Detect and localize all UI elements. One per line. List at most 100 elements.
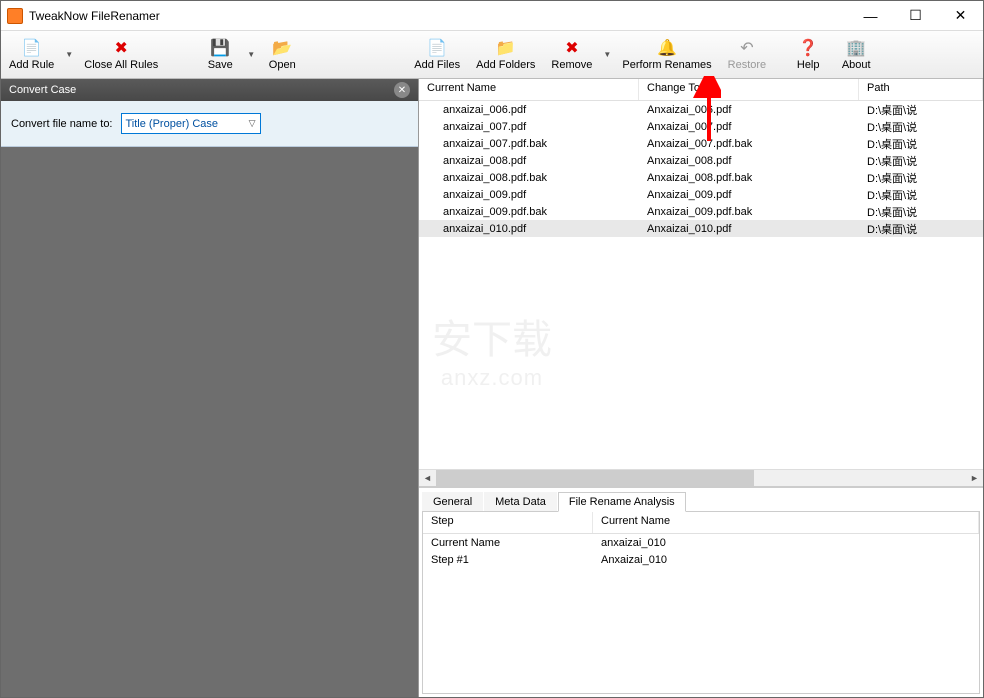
details-tabs: General Meta Data File Rename Analysis <box>419 488 983 511</box>
close-button[interactable]: ✕ <box>938 1 983 30</box>
table-row[interactable]: anxaizai_007.pdfAnxaizai_007.pdfD:\桌面\说 <box>419 118 983 135</box>
open-button[interactable]: 📂 Open <box>258 31 306 78</box>
help-icon: ❓ <box>798 38 818 58</box>
cell-path: D:\桌面\说 <box>859 186 983 204</box>
cell-path: D:\桌面\说 <box>859 220 983 238</box>
window-controls: — ☐ ✕ <box>848 1 983 30</box>
col-change-to[interactable]: Change To <box>639 79 859 100</box>
analysis-col-step[interactable]: Step <box>423 512 593 533</box>
close-all-rules-icon: ✖ <box>111 38 131 58</box>
help-button[interactable]: ❓ Help <box>784 31 832 78</box>
cell-change-to: Anxaizai_008.pdf <box>639 154 859 168</box>
close-all-rules-button[interactable]: ✖ Close All Rules <box>76 31 166 78</box>
cell-path: D:\桌面\说 <box>859 203 983 221</box>
scroll-right-icon[interactable]: ► <box>966 470 983 487</box>
scroll-thumb[interactable] <box>436 470 754 487</box>
scroll-track[interactable] <box>436 470 966 487</box>
tab-file-rename-analysis[interactable]: File Rename Analysis <box>558 492 686 512</box>
col-path[interactable]: Path <box>859 79 983 100</box>
rule-panel-close-icon[interactable]: ✕ <box>394 82 410 98</box>
cell-current-name: anxaizai_006.pdf <box>419 103 639 117</box>
titlebar: TweakNow FileRenamer — ☐ ✕ <box>1 1 983 31</box>
cell-path: D:\桌面\说 <box>859 118 983 136</box>
cell-path: D:\桌面\说 <box>859 101 983 119</box>
about-icon: 🏢 <box>846 38 866 58</box>
restore-button[interactable]: ↶ Restore <box>720 31 775 78</box>
add-files-button[interactable]: 📄 Add Files <box>406 31 468 78</box>
add-rule-button[interactable]: 📄 Add Rule <box>1 31 62 78</box>
table-row[interactable]: anxaizai_009.pdfAnxaizai_009.pdfD:\桌面\说 <box>419 186 983 203</box>
cell-path: D:\桌面\说 <box>859 135 983 153</box>
app-icon <box>7 8 23 24</box>
cell-step: Current Name <box>423 536 593 550</box>
case-type-value: Title (Proper) Case <box>126 118 219 130</box>
minimize-button[interactable]: — <box>848 1 893 30</box>
cell-current-name: anxaizai_007.pdf.bak <box>419 137 639 151</box>
tab-meta-data[interactable]: Meta Data <box>484 492 557 511</box>
open-icon: 📂 <box>272 38 292 58</box>
about-button[interactable]: 🏢 About <box>832 31 880 78</box>
cell-current-name: anxaizai_008.pdf <box>419 154 639 168</box>
chevron-down-icon: ▽ <box>249 118 256 129</box>
remove-button[interactable]: ✖ Remove <box>543 31 600 78</box>
analysis-rows: Current Nameanxaizai_010Step #1Anxaizai_… <box>423 534 979 568</box>
cell-change-to: Anxaizai_009.pdf.bak <box>639 205 859 219</box>
analysis-content: Step Current Name Current Nameanxaizai_0… <box>422 511 980 694</box>
add-rule-dropdown[interactable]: ▼ <box>62 31 76 78</box>
details-panel: General Meta Data File Rename Analysis S… <box>419 487 983 697</box>
table-row[interactable]: anxaizai_009.pdf.bakAnxaizai_009.pdf.bak… <box>419 203 983 220</box>
app-window: TweakNow FileRenamer — ☐ ✕ 📄 Add Rule ▼ … <box>0 0 984 698</box>
file-rows: anxaizai_006.pdfAnxaizai_006.pdfD:\桌面\说a… <box>419 101 983 469</box>
case-type-select[interactable]: Title (Proper) Case ▽ <box>121 113 261 134</box>
window-title: TweakNow FileRenamer <box>29 9 848 23</box>
rule-panel-header: Convert Case ✕ <box>1 79 418 101</box>
cell-change-to: Anxaizai_008.pdf.bak <box>639 171 859 185</box>
cell-current-name: anxaizai_008.pdf.bak <box>419 171 639 185</box>
cell-path: D:\桌面\说 <box>859 152 983 170</box>
scroll-left-icon[interactable]: ◄ <box>419 470 436 487</box>
save-button[interactable]: 💾 Save <box>196 31 244 78</box>
table-row[interactable]: anxaizai_008.pdf.bakAnxaizai_008.pdf.bak… <box>419 169 983 186</box>
cell-change-to: Anxaizai_006.pdf <box>639 103 859 117</box>
analysis-headers: Step Current Name <box>423 512 979 534</box>
table-row[interactable]: anxaizai_010.pdfAnxaizai_010.pdfD:\桌面\说 <box>419 220 983 237</box>
rule-panel-title: Convert Case <box>9 84 394 96</box>
tab-general[interactable]: General <box>422 492 483 511</box>
save-dropdown[interactable]: ▼ <box>244 31 258 78</box>
file-list-panel: Current Name Change To Path anxaizai_006… <box>419 79 983 697</box>
toolbar: 📄 Add Rule ▼ ✖ Close All Rules 💾 Save ▼ … <box>1 31 983 79</box>
horizontal-scrollbar[interactable]: ◄ ► <box>419 469 983 486</box>
cell-change-to: Anxaizai_009.pdf <box>639 188 859 202</box>
analysis-col-current-name[interactable]: Current Name <box>593 512 979 533</box>
col-current-name[interactable]: Current Name <box>419 79 639 100</box>
cell-change-to: Anxaizai_007.pdf <box>639 120 859 134</box>
main-content: Convert Case ✕ Convert file name to: Tit… <box>1 79 983 697</box>
perform-renames-icon: 🔔 <box>657 38 677 58</box>
restore-icon: ↶ <box>737 38 757 58</box>
column-headers: Current Name Change To Path <box>419 79 983 101</box>
cell-current-name: anxaizai_007.pdf <box>419 120 639 134</box>
analysis-row[interactable]: Current Nameanxaizai_010 <box>423 534 979 551</box>
add-files-icon: 📄 <box>427 38 447 58</box>
table-row[interactable]: anxaizai_007.pdf.bakAnxaizai_007.pdf.bak… <box>419 135 983 152</box>
cell-value: anxaizai_010 <box>593 536 979 550</box>
save-icon: 💾 <box>210 38 230 58</box>
analysis-row[interactable]: Step #1Anxaizai_010 <box>423 551 979 568</box>
add-rule-icon: 📄 <box>22 38 42 58</box>
table-row[interactable]: anxaizai_006.pdfAnxaizai_006.pdfD:\桌面\说 <box>419 101 983 118</box>
cell-step: Step #1 <box>423 553 593 567</box>
add-folders-button[interactable]: 📁 Add Folders <box>468 31 543 78</box>
maximize-button[interactable]: ☐ <box>893 1 938 30</box>
cell-value: Anxaizai_010 <box>593 553 979 567</box>
remove-icon: ✖ <box>562 38 582 58</box>
table-row[interactable]: anxaizai_008.pdfAnxaizai_008.pdfD:\桌面\说 <box>419 152 983 169</box>
remove-dropdown[interactable]: ▼ <box>600 31 614 78</box>
rule-label: Convert file name to: <box>11 118 113 130</box>
cell-current-name: anxaizai_009.pdf.bak <box>419 205 639 219</box>
cell-change-to: Anxaizai_010.pdf <box>639 222 859 236</box>
perform-renames-button[interactable]: 🔔 Perform Renames <box>614 31 719 78</box>
cell-path: D:\桌面\说 <box>859 169 983 187</box>
cell-current-name: anxaizai_010.pdf <box>419 222 639 236</box>
file-list: Current Name Change To Path anxaizai_006… <box>419 79 983 487</box>
cell-change-to: Anxaizai_007.pdf.bak <box>639 137 859 151</box>
